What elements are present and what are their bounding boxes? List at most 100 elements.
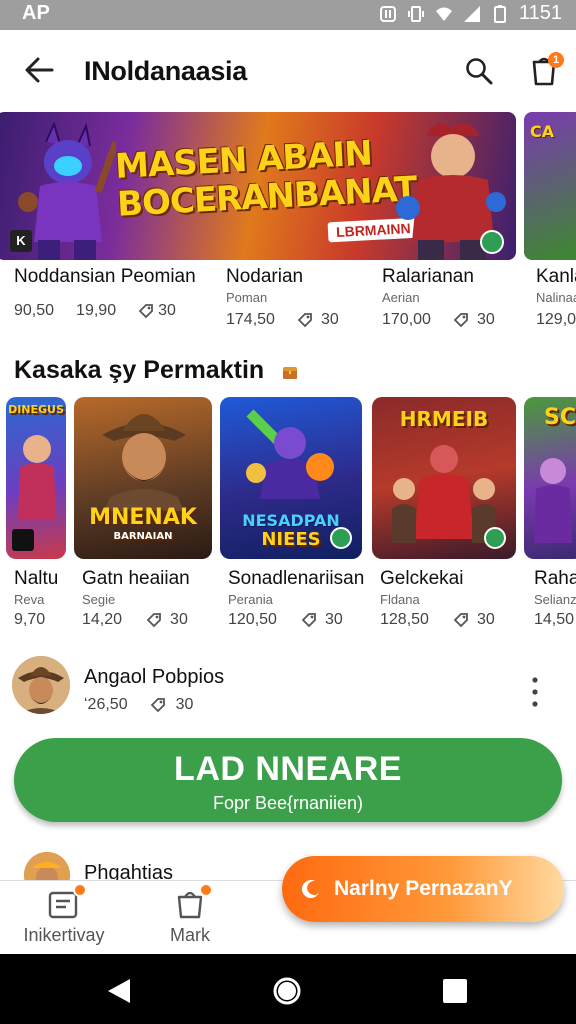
featured-item-4[interactable]: Kanla Nalinaa 129,0: [536, 266, 576, 329]
status-icons: 1151: [379, 2, 562, 25]
page-title: INoldanaasia: [84, 56, 247, 86]
primary-action-sublabel: Fopr Bee{rnaniien): [212, 793, 364, 813]
nav-item-inventory[interactable]: Inikertivay: [14, 883, 114, 946]
play-store-badge-icon: [330, 527, 352, 549]
tile-name: Gatn heaiian: [82, 568, 190, 589]
tile-prices: 120,50 30: [228, 611, 364, 629]
featured-item-name: Ralarianan: [382, 266, 474, 287]
featured-item-price: 170,00: [382, 311, 431, 328]
treasure-chest-icon: [283, 367, 297, 379]
featured-item-prices: 90,50 19,90 30: [14, 302, 196, 320]
game-tile-title: SC: [544, 405, 576, 430]
featured-item-price: 129,0: [536, 311, 576, 328]
tag-icon: [453, 313, 468, 328]
cart-button[interactable]: 1: [526, 52, 564, 90]
tile-name: Naltu: [14, 568, 59, 589]
featured-item-prices: 170,00 30: [382, 311, 495, 329]
featured-item-count: 30: [320, 311, 339, 328]
tile-meta-1: Naltu Reva 9,70: [14, 568, 58, 629]
tag-icon: [146, 613, 161, 628]
cart-badge: 1: [548, 52, 564, 68]
vibrate-icon: [407, 5, 424, 22]
status-bar: AP 1151: [0, 0, 576, 30]
play-store-badge-icon: [484, 527, 506, 549]
tile-count: 30: [170, 611, 188, 628]
section-title: Kasaka şy Permaktin: [14, 356, 265, 384]
game-tile-title: HRMEIB: [399, 407, 489, 431]
list-icon: [47, 883, 87, 921]
bag-icon: [173, 883, 213, 921]
notification-badge: [73, 883, 87, 897]
banner-corner-badge: K: [10, 230, 32, 252]
featured-item-price: 174,50: [226, 311, 275, 328]
tag-icon: [297, 313, 312, 328]
nav-item-label: Mark: [170, 925, 210, 945]
featured-item-sub: Nalinaa: [536, 290, 576, 305]
tile-count: 30: [476, 611, 495, 628]
featured-item-2[interactable]: Nodarian Poman 174,50 30: [226, 266, 339, 329]
tile-prices: 128,50 30: [380, 611, 495, 629]
banner-side-label: CA: [530, 122, 555, 141]
tile-price: 128,50: [380, 611, 429, 628]
featured-item-1[interactable]: Noddansian Peomian 90,50 19,90 30: [14, 266, 196, 320]
signal-icon: [463, 5, 480, 22]
featured-item-name: Nodarian: [226, 266, 304, 287]
game-tile-2[interactable]: MNENAK BARNAIAN: [74, 397, 212, 559]
game-tile-3[interactable]: NESADPAN NIEES: [220, 397, 362, 559]
tile-prices: 14,20 30: [82, 611, 190, 629]
game-tile-4[interactable]: HRMEIB: [372, 397, 516, 559]
featured-banner-next[interactable]: CA: [524, 112, 576, 260]
nfc-icon: [379, 5, 396, 22]
avatar-image: [12, 656, 70, 714]
tile-character: [246, 409, 334, 499]
search-icon[interactable]: [464, 56, 494, 86]
tile-sub: Fldana: [380, 592, 420, 607]
nav-item-label: Inikertivay: [23, 925, 105, 945]
tag-icon: [453, 613, 468, 628]
system-navigation-bar: [0, 954, 576, 1024]
tile-meta-3: Sonadlenariisan Perania 120,50 30: [228, 568, 364, 629]
tile-character: [18, 435, 56, 519]
nav-item-mark[interactable]: Mark: [156, 883, 224, 946]
tag-icon: [301, 613, 316, 628]
status-time: 1151: [518, 2, 562, 24]
tile-price: 9,70: [14, 611, 46, 628]
list-item[interactable]: Angaol Pobpios ʻ26,50 30: [0, 650, 576, 726]
notification-badge: [199, 883, 213, 897]
home-circle-icon[interactable]: [272, 976, 302, 1006]
game-tile-title: DINEGUS: [8, 403, 64, 416]
back-arrow-icon[interactable]: [22, 54, 56, 86]
featured-banner[interactable]: MASEN ABAIN BOCERANBANAT LBRMAINN K: [0, 112, 516, 260]
list-item-meta: ʻ26,50 30: [84, 696, 193, 714]
game-tile-logo-icon: [12, 529, 34, 551]
featured-item-prices: 174,50 30: [226, 311, 339, 329]
game-tile-5[interactable]: SC: [524, 397, 576, 559]
battery-icon: [493, 4, 506, 23]
tag-icon: [138, 304, 153, 319]
fab-label: Narlny PernazanY: [334, 877, 513, 900]
banner-headline: MASEN ABAIN BOCERANBANAT: [114, 132, 417, 224]
tile-character: [534, 458, 572, 543]
tile-sub: Reva: [14, 592, 45, 607]
floating-action-button[interactable]: Narlny PernazanY: [282, 856, 564, 922]
list-item-name: Angaol Pobpios: [84, 666, 225, 688]
tag-icon: [150, 698, 165, 713]
back-triangle-icon[interactable]: [104, 976, 134, 1006]
tile-price: 14,20: [82, 611, 123, 628]
tile-meta-4: Gelckekai Fldana 128,50 30: [380, 568, 495, 629]
status-carrier: AP: [22, 2, 50, 24]
wifi-icon: [435, 7, 452, 21]
recents-square-icon[interactable]: [440, 976, 470, 1006]
primary-action-button[interactable]: LAD NNEARE Fopr Bee{rnaniien): [14, 738, 562, 822]
featured-item-3[interactable]: Ralarianan Aerian 170,00 30: [382, 266, 495, 329]
more-options-icon[interactable]: [526, 674, 544, 710]
featured-item-count: 30: [476, 311, 495, 328]
game-tile-title: MNENAK: [89, 505, 197, 530]
game-tile-1[interactable]: DINEGUS: [6, 397, 66, 559]
tile-name: Gelckekai: [380, 568, 464, 589]
list-item-price: ʻ26,50: [84, 696, 128, 713]
primary-action-label: LAD NNEARE: [174, 750, 402, 788]
featured-item-price-alt: 19,90: [76, 302, 117, 319]
tile-count: 30: [324, 611, 343, 628]
featured-item-count: 30: [158, 302, 176, 319]
